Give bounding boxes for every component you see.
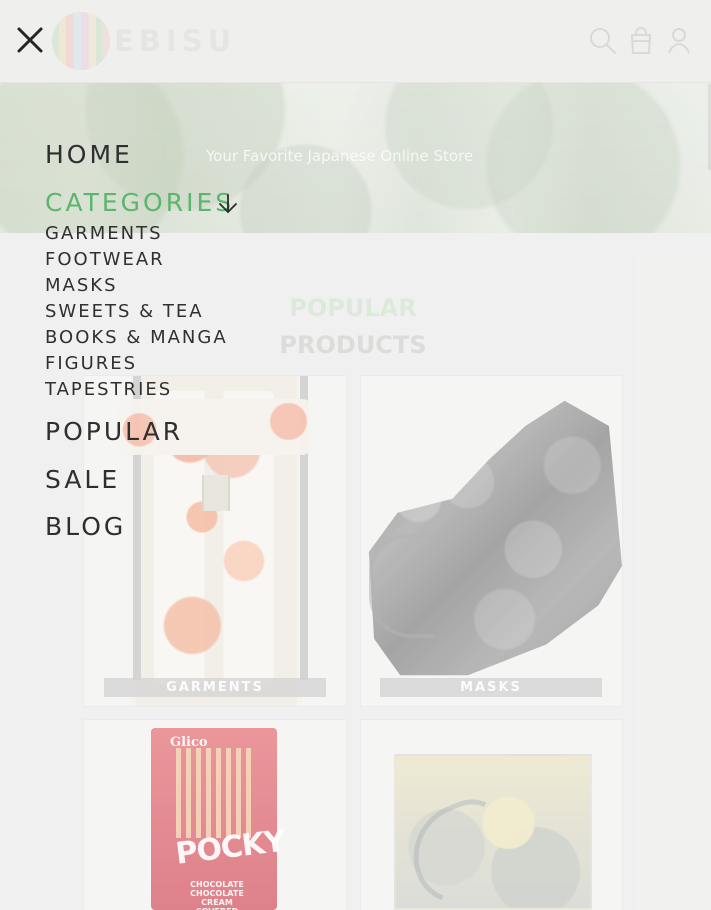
categories-toggle-button[interactable] — [216, 192, 240, 216]
mask-ear-loop — [369, 534, 435, 638]
products-heading-line: PRODUCTS — [279, 331, 427, 359]
menu-item-categories[interactable]: CATEGORIES — [45, 190, 234, 215]
submenu-item-figures[interactable]: FIGURES — [45, 355, 137, 373]
user-icon — [668, 28, 690, 54]
wave-print-image — [394, 754, 592, 910]
arrow-down-icon — [219, 194, 237, 213]
page: EBISU Your Favorite Japanese Online Stor… — [0, 0, 711, 910]
mobile-navigation-menu: HOME CATEGORIES GARMENTS FOOTWEAR MASKS … — [0, 0, 260, 560]
submenu-item-tapestries[interactable]: TAPESTRIES — [45, 381, 172, 399]
menu-item-blog[interactable]: BLOG — [45, 514, 126, 539]
menu-item-sale[interactable]: SALE — [45, 467, 120, 492]
submenu-item-footwear[interactable]: FOOTWEAR — [45, 251, 165, 269]
menu-item-home[interactable]: HOME — [45, 142, 133, 167]
submenu-item-sweets-tea[interactable]: SWEETS & TEA — [45, 303, 204, 321]
popular-heading-line: POPULAR — [289, 294, 417, 322]
submenu-item-garments[interactable]: GARMENTS — [45, 225, 163, 243]
header-actions — [587, 25, 697, 59]
card-label-masks: MASKS — [380, 678, 602, 697]
cart-button[interactable] — [625, 25, 657, 57]
pocky-sticks-image — [176, 748, 252, 838]
card-label-garments: GARMENTS — [104, 678, 326, 697]
submenu-item-books-manga[interactable]: BOOKS & MANGA — [45, 329, 228, 347]
product-card-sweets[interactable]: Glico POCKY CHOCOLATE CHOCOLATE CREAM CO… — [84, 720, 346, 910]
submenu-item-masks[interactable]: MASKS — [45, 277, 118, 295]
search-icon — [590, 28, 616, 54]
product-card-tapestries[interactable] — [361, 720, 622, 910]
shopping-bag-icon — [630, 27, 652, 54]
product-card-masks[interactable]: MASKS — [361, 376, 622, 706]
popular-products-heading: POPULAR PRODUCTS — [250, 290, 456, 364]
menu-item-popular[interactable]: POPULAR — [45, 419, 183, 444]
account-button[interactable] — [663, 25, 695, 57]
pocky-subtext: CHOCOLATE CHOCOLATE CREAM COVERED — [190, 880, 244, 910]
search-button[interactable] — [587, 25, 619, 57]
